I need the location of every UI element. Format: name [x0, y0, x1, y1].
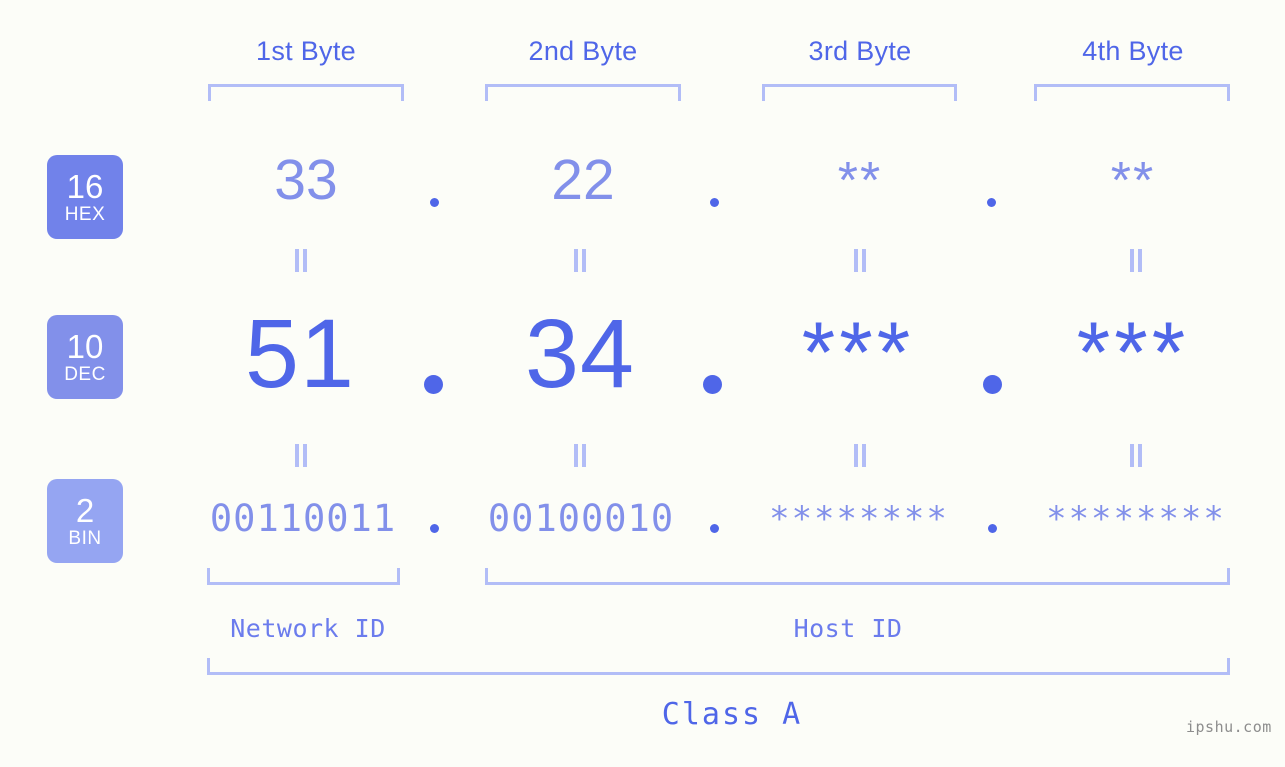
byte-header-2: 2nd Byte — [528, 36, 638, 66]
byte-bracket-top-1 — [208, 84, 404, 101]
base-badge-hex-name: HEX — [64, 204, 106, 225]
network-id-bracket — [207, 568, 400, 585]
byte-header-3: 3rd Byte — [808, 36, 912, 66]
ip-byte-diagram: 1st Byte 2nd Byte 3rd Byte 4th Byte 16 H… — [0, 0, 1285, 767]
network-id-label: Network ID — [230, 614, 386, 643]
base-badge-bin-name: BIN — [68, 528, 102, 549]
byte-bracket-top-4 — [1034, 84, 1230, 101]
bin-byte-4: ******** — [1046, 499, 1226, 539]
byte-header-1: 1st Byte — [256, 36, 356, 66]
bin-separator-dot-3 — [988, 524, 997, 533]
base-badge-bin-number: 2 — [75, 492, 95, 529]
dec-byte-2: 34 — [525, 299, 635, 408]
byte-header-4: 4th Byte — [1082, 36, 1184, 66]
hex-byte-1: 33 — [274, 148, 338, 212]
base-badge-dec-name: DEC — [64, 364, 106, 385]
equality-mark-dec-bin-1 — [292, 444, 310, 467]
equality-mark-hex-dec-1 — [292, 249, 310, 272]
hex-byte-4: ** — [1110, 152, 1156, 210]
base-badge-dec-number: 10 — [66, 328, 104, 365]
base-badge-hex: 16 HEX — [47, 155, 123, 239]
bin-separator-dot-1 — [430, 524, 439, 533]
watermark: ipshu.com — [1186, 718, 1272, 736]
hex-byte-3: ** — [837, 152, 883, 210]
bin-byte-2: 00100010 — [487, 497, 675, 540]
dec-byte-3: *** — [801, 305, 915, 401]
byte-bracket-top-2 — [485, 84, 681, 101]
dec-byte-1: 51 — [245, 299, 355, 408]
byte-bracket-top-3 — [762, 84, 957, 101]
hex-byte-2: 22 — [551, 148, 615, 212]
equality-mark-hex-dec-2 — [571, 249, 589, 272]
base-badge-hex-number: 16 — [66, 168, 104, 205]
equality-mark-dec-bin-4 — [1127, 444, 1145, 467]
class-label: Class A — [661, 697, 803, 732]
dec-separator-dot-1 — [424, 375, 443, 394]
equality-mark-dec-bin-3 — [851, 444, 869, 467]
bin-separator-dot-2 — [710, 524, 719, 533]
host-id-label: Host ID — [793, 614, 903, 643]
dec-separator-dot-2 — [703, 375, 722, 394]
base-badge-dec: 10 DEC — [47, 315, 123, 399]
hex-separator-dot-3 — [987, 198, 996, 207]
equality-mark-dec-bin-2 — [571, 444, 589, 467]
bin-byte-3: ******** — [769, 499, 949, 539]
equality-mark-hex-dec-4 — [1127, 249, 1145, 272]
dec-byte-4: *** — [1076, 305, 1190, 401]
hex-separator-dot-2 — [710, 198, 719, 207]
host-id-bracket — [485, 568, 1230, 585]
equality-mark-hex-dec-3 — [851, 249, 869, 272]
hex-separator-dot-1 — [430, 198, 439, 207]
base-badge-bin: 2 BIN — [47, 479, 123, 563]
bin-byte-1: 00110011 — [209, 497, 397, 540]
dec-separator-dot-3 — [983, 375, 1002, 394]
class-bracket — [207, 658, 1230, 675]
